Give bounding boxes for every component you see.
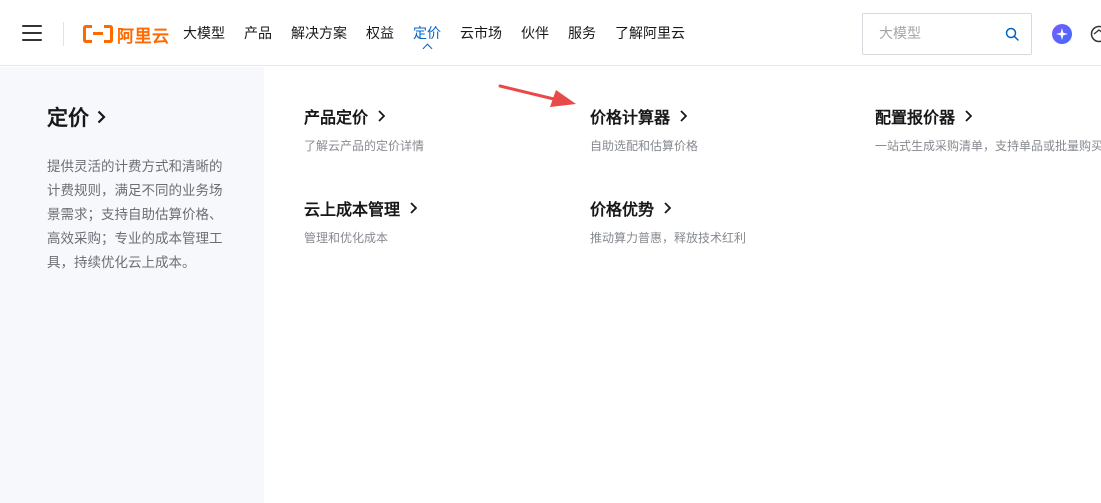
menu-item-title: 产品定价 (304, 108, 369, 127)
menu-item-price-advantage[interactable]: 价格优势 (590, 196, 672, 220)
menu-item-desc: 管理和优化成本 (304, 231, 389, 245)
chevron-right-icon (97, 110, 106, 124)
chevron-right-icon (965, 110, 973, 122)
menu-icon[interactable] (22, 25, 42, 41)
main-nav: 大模型 产品 解决方案 权益 定价 云市场 伙伴 服务 了解阿里云 (183, 0, 704, 66)
logo-text: 阿里云 (117, 26, 170, 47)
chevron-right-icon (410, 202, 418, 214)
globe-icon[interactable] (1090, 25, 1101, 43)
nav-item-marketplace[interactable]: 云市场 (460, 23, 502, 43)
nav-item-partners[interactable]: 伙伴 (521, 23, 549, 43)
nav-item-solutions[interactable]: 解决方案 (291, 23, 347, 43)
ai-assistant-icon[interactable] (1052, 24, 1072, 44)
pricing-section-description: 提供灵活的计费方式和清晰的计费规则，满足不同的业务场景需求；支持自助估算价格、高… (47, 159, 223, 271)
menu-item-product-pricing[interactable]: 产品定价 (304, 104, 386, 128)
search-input[interactable] (863, 14, 1003, 54)
chevron-right-icon (680, 110, 688, 122)
nav-item-pricing-label: 定价 (413, 26, 441, 42)
nav-item-benefits[interactable]: 权益 (366, 23, 394, 43)
nav-item-models[interactable]: 大模型 (183, 23, 225, 43)
nav-item-pricing[interactable]: 定价 (413, 23, 441, 54)
nav-item-services[interactable]: 服务 (568, 23, 596, 43)
aliyun-logo[interactable]: 阿里云 (83, 22, 170, 47)
search-icon[interactable] (1005, 27, 1019, 41)
menu-item-title: 价格优势 (590, 200, 655, 219)
search-box (862, 13, 1032, 55)
menu-item-price-calculator[interactable]: 价格计算器 (590, 104, 688, 128)
menu-item-config-quoter[interactable]: 配置报价器 (875, 104, 973, 128)
menu-item-title: 配置报价器 (875, 108, 956, 127)
menu-item-desc: 自助选配和估算价格 (590, 139, 699, 153)
pricing-section-title-text: 定价 (47, 106, 89, 130)
nav-item-about[interactable]: 了解阿里云 (615, 23, 685, 43)
nav-item-products[interactable]: 产品 (244, 23, 272, 43)
menu-item-cost-management[interactable]: 云上成本管理 (304, 196, 418, 220)
annotation-arrow (498, 84, 576, 107)
menu-item-title: 云上成本管理 (304, 200, 401, 219)
menu-item-desc: 一站式生成采购清单，支持单品或批量购买 (875, 139, 1101, 153)
logo-mark-icon (83, 25, 113, 43)
active-caret-icon (422, 43, 433, 54)
top-navigation-bar: 阿里云 大模型 产品 解决方案 权益 定价 云市场 伙伴 服务 了解阿里云 (0, 0, 1101, 66)
chevron-right-icon (378, 110, 386, 122)
menu-left-panel (0, 67, 264, 503)
pricing-section-title[interactable]: 定价 (47, 102, 106, 132)
menu-item-desc: 推动算力普惠，释放技术红利 (590, 231, 747, 245)
header-divider (63, 22, 64, 46)
chevron-right-icon (664, 202, 672, 214)
menu-item-desc: 了解云产品的定价详情 (304, 139, 425, 153)
menu-item-title: 价格计算器 (590, 108, 671, 127)
